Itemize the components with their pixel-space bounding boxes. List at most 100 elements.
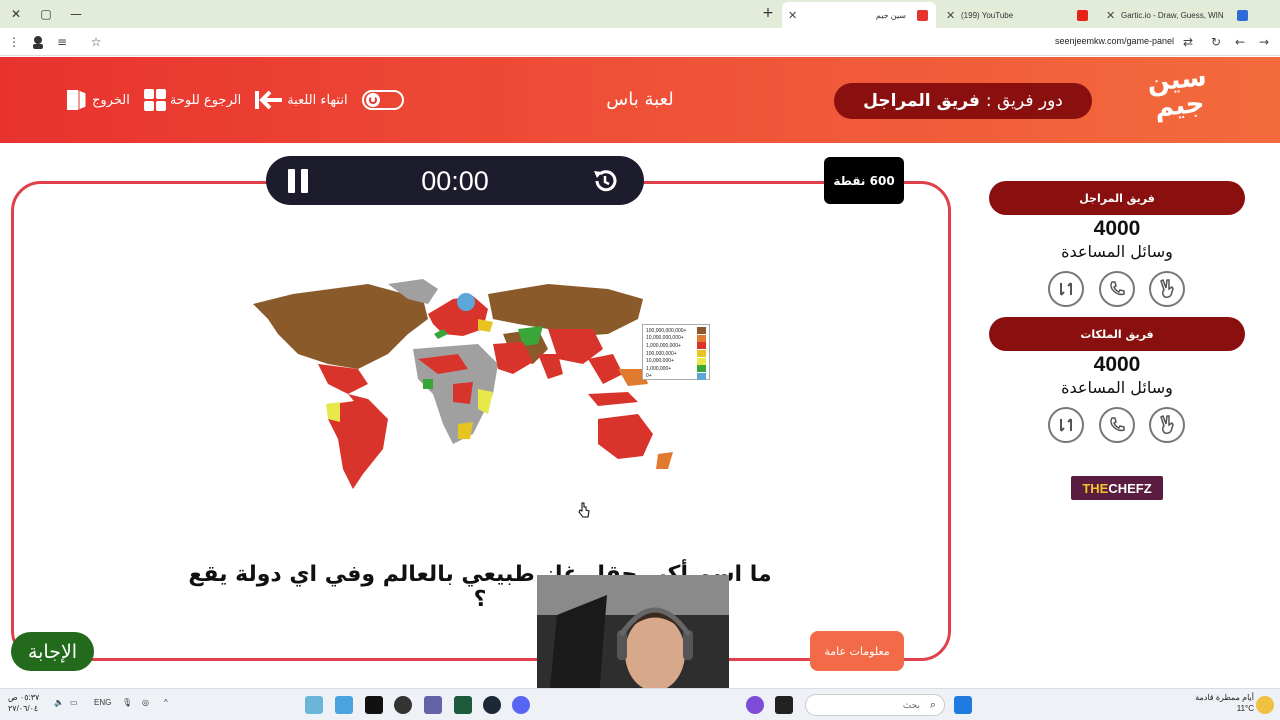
site-settings-icon[interactable]: ⇄ (1180, 34, 1196, 50)
tab-seenjeem[interactable]: ✕ سين جيم (782, 2, 936, 28)
legend-swatch (697, 334, 706, 342)
legend-label: 100,000,000,000+ (646, 327, 687, 334)
legend-swatch (697, 357, 706, 365)
steam-icon[interactable] (483, 696, 501, 714)
team-1-score: 4000 (1093, 217, 1141, 240)
timer-display: 00:00 (421, 166, 489, 196)
show-answer-button[interactable]: الإجابة (11, 632, 94, 671)
peace-hand-aid-icon[interactable] (1149, 407, 1185, 443)
reading-list-icon[interactable]: ≡ (54, 34, 70, 50)
address-bar: ⋮ ≡ ☆ seenjeemkw.com/game-panel ⇄ ↻ ← → (0, 28, 1280, 56)
mode-toggle[interactable] (361, 90, 404, 110)
legend-label: 1,000,000+ (646, 365, 672, 372)
teams-icon[interactable] (424, 696, 442, 714)
legend-swatch (697, 372, 706, 380)
windows-start-icon[interactable] (954, 696, 972, 714)
reset-timer-icon[interactable] (591, 167, 619, 195)
world-map-image (253, 279, 673, 489)
app-purple-icon[interactable] (746, 696, 764, 714)
legend-swatch (697, 342, 706, 350)
team-2-score: 4000 (1093, 353, 1141, 376)
tab-youtube[interactable]: ✕ (199) YouTube (940, 4, 1096, 26)
back-to-board-label: الرجوع للوحة (169, 92, 242, 108)
exit-button[interactable]: الخروج (66, 88, 130, 112)
legend-label: 10,000,000,000+ (646, 335, 684, 342)
exit-door-icon (67, 89, 87, 111)
call-friend-aid-icon[interactable] (1099, 271, 1135, 307)
double-answer-aid-icon[interactable] (1048, 407, 1084, 443)
search-placeholder: بحث (902, 699, 920, 710)
legend-label: 100,000,000+ (646, 350, 677, 357)
hand-cursor-icon (578, 502, 590, 518)
language-indicator[interactable]: ENG (94, 698, 111, 707)
clock-time: ٠٥:٣٧ ص (8, 693, 40, 702)
legend-swatch (697, 365, 706, 373)
minimize-window-icon[interactable]: — (66, 4, 86, 24)
back-to-board-button[interactable]: الرجوع للوحة (143, 89, 242, 111)
legend-label: 0+ (646, 373, 652, 380)
sponsor-part-1: THE (1082, 480, 1109, 496)
turn-label: دور فريق : (985, 91, 1063, 111)
back-icon[interactable]: ← (1232, 34, 1248, 50)
double-answer-aid-icon[interactable] (1048, 271, 1084, 307)
weather-temp: 11°C (1236, 704, 1254, 713)
notepad-icon[interactable] (335, 696, 353, 714)
timer-bar: 00:00 (266, 156, 644, 205)
menu-dots-icon[interactable]: ⋮ (6, 34, 22, 50)
legend-row: 100,000,000,000+ (646, 327, 709, 335)
grid-board-icon (143, 89, 166, 111)
security-icon[interactable]: ◎ (142, 698, 149, 707)
microphone-icon[interactable]: 🎙 (122, 698, 132, 707)
legend-swatch (697, 350, 706, 358)
header-actions: الخروج الرجوع للوحة انتهاء اللعبة (66, 87, 404, 113)
weather-text: أيام ممطرة قادمة (1195, 693, 1254, 702)
taskbar-clock[interactable]: ٠٥:٣٧ ص ٢٧/٠٦/٠٤ (8, 692, 39, 714)
discord-icon[interactable] (512, 696, 530, 714)
legend-row: 0+ (646, 372, 709, 381)
taskbar-search[interactable]: بحث ⌕ (805, 694, 945, 716)
logo-line-2: جيم (1153, 88, 1206, 124)
obs-icon[interactable] (394, 696, 412, 714)
clock-date: ٢٧/٠٦/٠٤ (8, 704, 39, 713)
close-tab-icon[interactable]: ✕ (1106, 9, 1115, 22)
file-app-icon[interactable] (775, 696, 793, 714)
new-tab-button[interactable]: + (760, 5, 776, 21)
browser-tab-bar: ✕ ▢ — + ✕ سين جيم ✕ (199) YouTube ✕ Gart… (0, 0, 1280, 28)
toggle-knob-icon (365, 93, 380, 107)
legend-row: 1,000,000,000+ (646, 342, 709, 350)
peace-hand-aid-icon[interactable] (1149, 271, 1185, 307)
legend-row: 10,000,000,000+ (646, 334, 709, 343)
arrow-to-line-icon (255, 90, 283, 110)
close-tab-icon[interactable]: ✕ (788, 9, 797, 22)
gartic-favicon-icon (1237, 9, 1248, 21)
youtube-favicon-icon (1077, 9, 1088, 21)
forward-icon[interactable]: → (1256, 34, 1272, 50)
bookmark-star-icon[interactable]: ☆ (88, 34, 104, 50)
map-legend: 100,000,000,000+ 10,000,000,000+ 1,000,0… (642, 324, 710, 380)
weather-rain-icon (1256, 696, 1274, 714)
close-tab-icon[interactable]: ✕ (946, 9, 955, 22)
weather-widget[interactable]: أيام ممطرة قادمة 11°C (1186, 692, 1254, 714)
call-friend-aid-icon[interactable] (1099, 407, 1135, 443)
profile-avatar-icon[interactable] (30, 34, 46, 50)
legend-row: 10,000,000+ (646, 357, 709, 365)
maximize-window-icon[interactable]: ▢ (36, 4, 56, 24)
app-black-icon[interactable] (365, 696, 383, 714)
legend-label: 1,000,000,000+ (646, 342, 681, 349)
game-header: سين جيم دور فريق : فريق المراجل لعبة باس… (0, 57, 1280, 143)
end-game-button[interactable]: انتهاء اللعبة (255, 89, 348, 111)
turn-team-name: فريق المراجل (863, 91, 980, 111)
sponsor-logo: THE CHEFZ (1071, 476, 1163, 500)
search-icon: ⌕ (929, 699, 936, 711)
app-avatar-icon[interactable] (305, 696, 323, 714)
excel-icon[interactable] (454, 696, 472, 714)
close-window-icon[interactable]: ✕ (6, 4, 26, 24)
tab-title: سين جيم (875, 10, 906, 20)
tray-expand-icon[interactable]: ^ (164, 698, 168, 707)
tab-gartic[interactable]: ✕ Gartic.io - Draw, Guess, WIN (1100, 4, 1256, 26)
speaker-icon[interactable]: 🔈 (54, 698, 64, 707)
reload-icon[interactable]: ↻ (1208, 34, 1224, 50)
category-badge: معلومات عامة (810, 631, 904, 671)
url-text[interactable]: seenjeemkw.com/game-panel (1055, 36, 1174, 46)
network-icon[interactable]: ▭ (70, 698, 78, 707)
